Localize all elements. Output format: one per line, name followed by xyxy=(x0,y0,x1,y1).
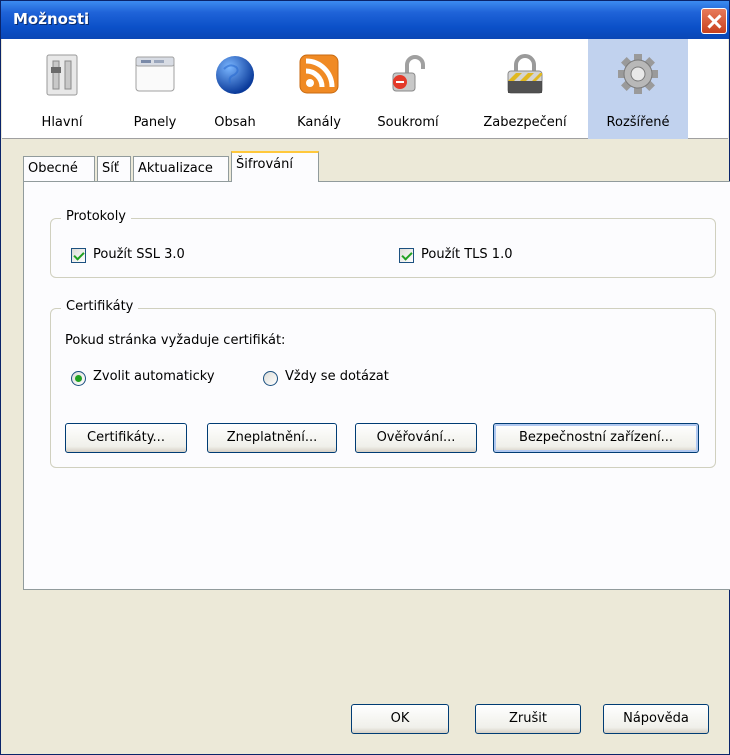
toolbar-item-feeds[interactable]: Kanály xyxy=(284,39,354,139)
toolbar-label-privacy: Soukromí xyxy=(377,115,439,130)
tls-label[interactable]: Použít TLS 1.0 xyxy=(421,247,512,262)
auto-select-label[interactable]: Zvolit automaticky xyxy=(93,369,215,384)
toolbar-item-tabs[interactable]: Panely xyxy=(120,39,190,139)
tab-general[interactable]: Obecné xyxy=(23,156,95,182)
auto-select-radio[interactable] xyxy=(71,371,86,386)
revocation-button[interactable]: Zneplatnění... xyxy=(207,423,337,453)
verification-button[interactable]: Ověřování... xyxy=(355,423,477,453)
ssl-label[interactable]: Použít SSL 3.0 xyxy=(93,247,185,262)
always-ask-radio[interactable] xyxy=(263,371,278,386)
protocols-group: Protokoly Použít SSL 3.0 Použít TLS 1.0 xyxy=(50,209,716,278)
help-button[interactable]: Nápověda xyxy=(603,704,709,734)
rss-feed-icon xyxy=(299,54,339,94)
security-devices-button[interactable]: Bezpečnostní zařízení... xyxy=(493,423,699,453)
toolbar-item-privacy[interactable]: Soukromí xyxy=(368,39,448,139)
toolbar-label-general: Hlavní xyxy=(41,115,83,130)
ok-button[interactable]: OK xyxy=(351,704,449,734)
toolbar-label-advanced: Rozšířené xyxy=(606,115,670,130)
gear-icon xyxy=(618,54,658,94)
tab-network[interactable]: Síť xyxy=(97,156,131,182)
security-padlock-icon xyxy=(507,54,543,94)
close-button[interactable] xyxy=(701,8,727,34)
globe-icon xyxy=(216,56,254,94)
certificates-legend: Certifikáty xyxy=(61,299,139,314)
toolbar-item-security[interactable]: Zabezpečení xyxy=(470,39,580,139)
ssl-checkbox[interactable] xyxy=(71,248,86,263)
always-ask-label[interactable]: Vždy se dotázat xyxy=(285,369,389,384)
toolbar-item-general[interactable]: Hlavní xyxy=(32,39,92,139)
general-switch-icon xyxy=(46,54,78,96)
toolbar-label-security: Zabezpečení xyxy=(483,115,567,130)
options-dialog: Možnosti Hlavní Panely Obsah Kanály Souk… xyxy=(0,0,730,755)
protocols-legend: Protokoly xyxy=(61,209,131,224)
toolbar-item-advanced[interactable]: Rozšířené xyxy=(588,39,688,139)
toolbar-label-content: Obsah xyxy=(214,115,256,130)
preferences-toolbar: Hlavní Panely Obsah Kanály Soukromí Zabe… xyxy=(2,39,728,139)
title-bar[interactable]: Možnosti xyxy=(1,1,729,39)
tabs-window-icon xyxy=(135,56,175,92)
certificates-button[interactable]: Certifikáty... xyxy=(65,423,187,453)
tls-checkbox[interactable] xyxy=(399,248,414,263)
certificate-prompt: Pokud stránka vyžaduje certifikát: xyxy=(65,333,286,348)
toolbar-item-content[interactable]: Obsah xyxy=(202,39,268,139)
certificates-group: Certifikáty Pokud stránka vyžaduje certi… xyxy=(50,299,716,468)
encryption-panel: Protokoly Použít SSL 3.0 Použít TLS 1.0 … xyxy=(23,181,730,590)
privacy-lock-icon xyxy=(392,55,425,92)
tab-encryption[interactable]: Šifrování xyxy=(231,151,319,182)
cancel-button[interactable]: Zrušit xyxy=(475,704,581,734)
toolbar-label-feeds: Kanály xyxy=(297,115,341,130)
window-title: Možnosti xyxy=(13,10,90,28)
tab-update[interactable]: Aktualizace xyxy=(133,156,229,182)
toolbar-label-tabs: Panely xyxy=(133,115,177,130)
